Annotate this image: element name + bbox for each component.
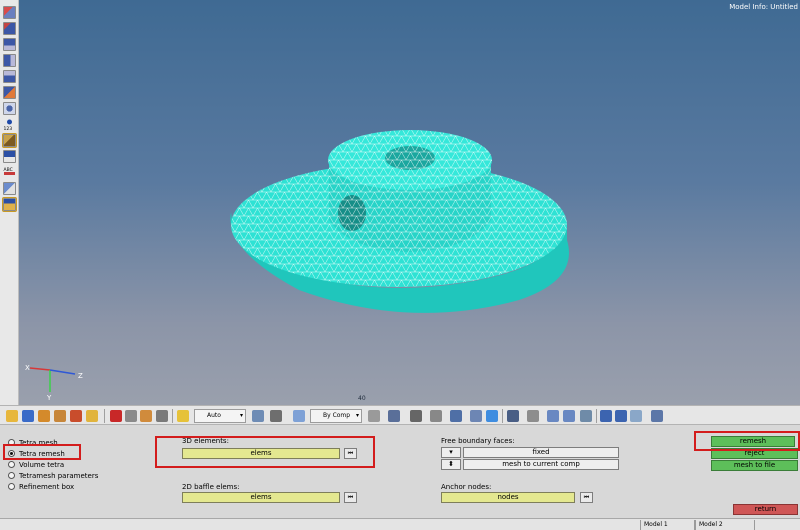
import-icon[interactable] <box>38 410 50 422</box>
radio-label: Refinement box <box>19 482 75 491</box>
free-boundary-toggle-1[interactable]: ▾ <box>441 447 461 458</box>
zoom-in-icon[interactable] <box>615 410 627 422</box>
mask-icon[interactable] <box>140 410 152 422</box>
by-comp-dropdown-label: By Comp <box>323 412 351 419</box>
return-button[interactable]: return <box>733 504 798 515</box>
status-bar: Model 1 Model 2 <box>0 518 800 530</box>
view-iso-icon[interactable] <box>3 22 16 35</box>
auto-dropdown-label: Auto <box>207 412 221 419</box>
triad-y-label: Y <box>46 394 52 400</box>
model-tab-1[interactable]: Model 1 <box>640 520 695 530</box>
shade-icon[interactable] <box>270 410 282 422</box>
radio-tetramesh-parameters[interactable]: Tetramesh parameters <box>8 470 98 481</box>
zoom-out-icon[interactable] <box>600 410 612 422</box>
anchor-nodes-selector[interactable]: nodes <box>441 492 575 503</box>
annotation-box <box>694 431 800 451</box>
chevron-down-icon: ▾ <box>239 412 243 419</box>
scale-label: 40 <box>358 395 366 402</box>
free-boundary-option-2[interactable]: mesh to current comp <box>463 459 619 470</box>
baffle-2d-label: 2D baffle elems: <box>182 483 240 491</box>
by-comp-dropdown[interactable]: By Comp ▾ <box>310 409 362 423</box>
plane-icon[interactable] <box>430 410 442 422</box>
radio-label: Volume tetra <box>19 460 65 469</box>
free-boundary-label: Free boundary faces: <box>441 437 515 445</box>
line-icon[interactable] <box>410 410 422 422</box>
star-icon[interactable] <box>177 410 189 422</box>
mesh-abc-icon[interactable] <box>3 150 16 163</box>
cylinder-icon[interactable] <box>3 102 16 115</box>
solid-icon[interactable] <box>470 410 482 422</box>
hypermesh-window: 123 ABC Model Info: Untitled X Y Z 40 Au… <box>0 0 800 530</box>
elements-icon[interactable] <box>125 410 137 422</box>
baffle-2d-selector[interactable]: elems <box>182 492 340 503</box>
undo-icon[interactable] <box>580 410 592 422</box>
fit-icon[interactable] <box>630 410 642 422</box>
chevron-down-icon: ▾ <box>355 412 359 419</box>
radio-label: Tetramesh parameters <box>19 471 99 480</box>
wrench-icon[interactable] <box>527 410 539 422</box>
view-top-icon[interactable] <box>3 6 16 19</box>
box-icon[interactable] <box>293 410 305 422</box>
left-toolbar: 123 ABC <box>0 0 19 405</box>
graphics-viewport[interactable]: Model Info: Untitled X Y Z 40 <box>19 0 800 405</box>
free-boundary-toggle-2[interactable]: ⬍ <box>441 459 461 470</box>
svg-text:123: 123 <box>4 126 13 131</box>
grid-icon[interactable] <box>507 410 519 422</box>
model-tab-2[interactable]: Model 2 <box>695 520 755 530</box>
node-icon[interactable] <box>156 410 168 422</box>
surface-icon[interactable] <box>450 410 462 422</box>
view-front-icon[interactable] <box>3 38 16 51</box>
component-icon[interactable] <box>3 182 16 195</box>
triad-z-label: Z <box>78 372 83 380</box>
rotate-icon[interactable] <box>252 410 264 422</box>
triad-x-label: X <box>25 364 30 372</box>
save-icon[interactable] <box>22 410 34 422</box>
radio-button[interactable] <box>8 483 15 490</box>
radio-button[interactable] <box>8 461 15 468</box>
free-boundary-option-1[interactable]: fixed <box>463 447 619 458</box>
view-back-icon[interactable] <box>3 86 16 99</box>
geometry-icon[interactable] <box>70 410 82 422</box>
anchor-nodes-label: Anchor nodes: <box>441 483 492 491</box>
book-icon[interactable] <box>2 197 17 212</box>
cube-icon[interactable] <box>388 410 400 422</box>
export-icon[interactable] <box>54 410 66 422</box>
axis-triad: X Y Z <box>25 364 83 400</box>
tetramesh-panel: Tetra mesh Tetra remesh Volume tetra Tet… <box>0 426 800 518</box>
screen-icon[interactable] <box>486 410 498 422</box>
mesh-model[interactable] <box>19 0 800 405</box>
radio-volume-tetra[interactable]: Volume tetra <box>8 459 64 470</box>
auto-dropdown[interactable]: Auto ▾ <box>194 409 246 423</box>
label-abc-icon[interactable]: ABC <box>3 166 16 179</box>
annotation-box <box>3 444 81 460</box>
arrow-left-icon[interactable] <box>547 410 559 422</box>
baffle-2d-reset-button[interactable]: ⏮ <box>344 492 357 503</box>
open-file-icon[interactable] <box>6 410 18 422</box>
view-side-icon[interactable] <box>3 54 16 67</box>
ruler-icon[interactable] <box>2 133 17 148</box>
settings-icon[interactable] <box>651 410 663 422</box>
anchor-nodes-reset-button[interactable]: ⏮ <box>580 492 593 503</box>
radio-refinement-box[interactable]: Refinement box <box>8 481 74 492</box>
view-bottom-icon[interactable] <box>3 70 16 83</box>
component-color-icon[interactable] <box>86 410 98 422</box>
info-123-icon[interactable]: 123 <box>3 118 16 132</box>
radio-button[interactable] <box>8 472 15 479</box>
sphere-icon[interactable] <box>368 410 380 422</box>
main-toolbar: Auto ▾ By Comp ▾ <box>0 405 800 425</box>
arrow-right-icon[interactable] <box>563 410 575 422</box>
svg-text:ABC: ABC <box>4 167 13 173</box>
mesh-to-file-button[interactable]: mesh to file <box>711 460 798 471</box>
delete-icon[interactable] <box>110 410 122 422</box>
annotation-box <box>155 436 375 468</box>
